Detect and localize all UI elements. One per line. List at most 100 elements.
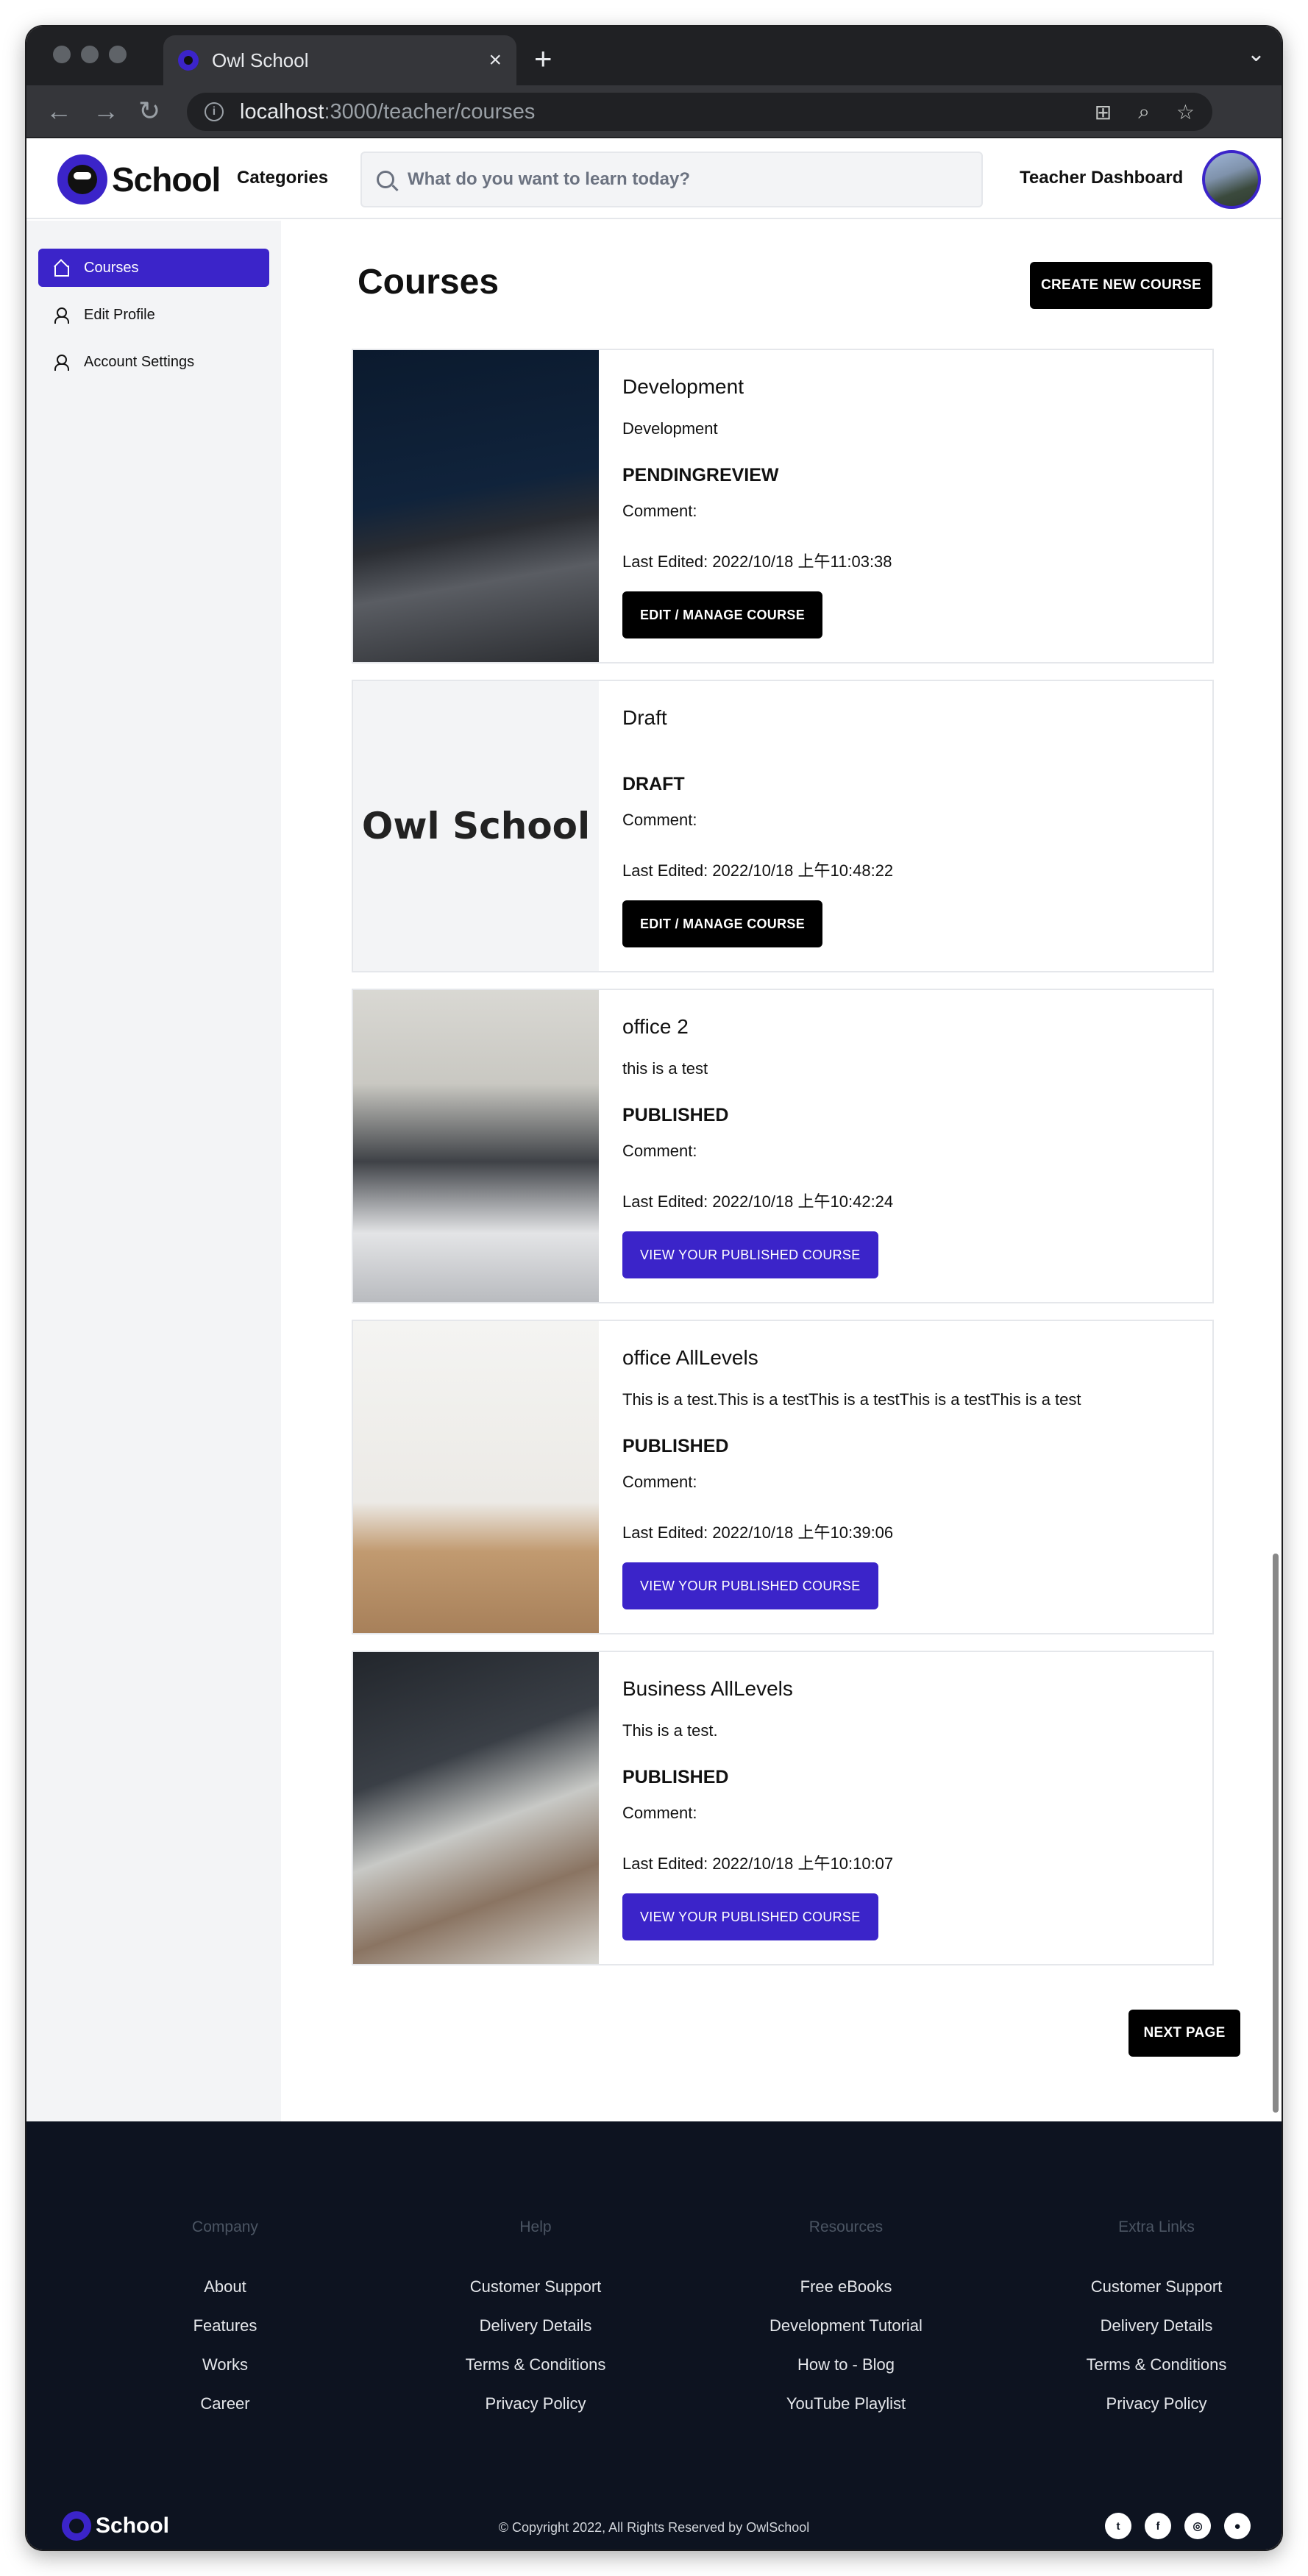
maximize-window-icon[interactable] [109, 46, 127, 63]
footer-link[interactable]: Career [93, 2394, 358, 2433]
course-last-edited: Last Edited: 2022/10/18 上午10:39:06 [622, 1523, 894, 1542]
edit-manage-course-button[interactable]: EDIT / MANAGE COURSE [622, 900, 823, 947]
footer-link[interactable]: Privacy Policy [1024, 2394, 1282, 2433]
page-title: Courses [358, 263, 500, 302]
footer-link[interactable]: Privacy Policy [403, 2394, 668, 2433]
browser-window: Owl School × + ⌄ ← → ↻ i localhost:3000/… [26, 26, 1282, 2550]
forward-icon[interactable]: → [93, 96, 119, 127]
course-last-edited: Last Edited: 2022/10/18 上午10:42:24 [622, 1192, 894, 1211]
footer-heading: Company [192, 2219, 258, 2235]
sidebar: Courses Edit Profile Account Settings [26, 221, 281, 2121]
course-card: Business AllLevels This is a test. PUBLI… [352, 1651, 1214, 1965]
close-window-icon[interactable] [53, 46, 71, 63]
course-title[interactable]: Draft [622, 706, 667, 730]
reload-icon[interactable]: ↻ [138, 96, 160, 127]
course-status: PUBLISHED [622, 1436, 729, 1456]
nav-teacher-dashboard-link[interactable]: Teacher Dashboard [1020, 168, 1183, 188]
instagram-icon[interactable]: ◎ [1184, 2513, 1211, 2539]
footer-column-company: Company About Features Works Career [93, 2219, 358, 2433]
course-description: This is a test.This is a testThis is a t… [622, 1390, 1081, 1409]
footer-link[interactable]: Terms & Conditions [403, 2355, 668, 2394]
course-card: Development Development PENDINGREVIEW Co… [352, 349, 1214, 663]
search-input[interactable] [408, 169, 967, 190]
course-title[interactable]: Business AllLevels [622, 1677, 793, 1701]
course-thumbnail[interactable] [353, 1321, 599, 1633]
site-logo[interactable]: School [57, 154, 221, 204]
copyright-text: © Copyright 2022, All Rights Reserved by… [498, 2520, 810, 2535]
course-description: this is a test [622, 1059, 708, 1078]
zoom-icon[interactable]: ⌕ [1138, 100, 1150, 124]
footer-column-help: Help Customer Support Delivery Details T… [403, 2219, 668, 2433]
sidebar-item-courses[interactable]: Courses [38, 249, 269, 287]
sidebar-item-edit-profile[interactable]: Edit Profile [38, 296, 269, 334]
site-info-icon[interactable]: i [205, 102, 224, 121]
view-published-course-button[interactable]: VIEW YOUR PUBLISHED COURSE [622, 1893, 878, 1940]
sidebar-item-label: Account Settings [84, 353, 195, 370]
course-thumbnail[interactable] [353, 1652, 599, 1964]
course-card: office 2 this is a test PUBLISHED Commen… [352, 989, 1214, 1303]
footer-link[interactable]: Customer Support [1024, 2277, 1282, 2316]
course-card: Owl School Draft DRAFT Comment: Last Edi… [352, 680, 1214, 972]
user-icon [53, 354, 69, 371]
sidebar-item-account-settings[interactable]: Account Settings [38, 343, 269, 381]
edit-manage-course-button[interactable]: EDIT / MANAGE COURSE [622, 591, 823, 638]
page-scrollbar[interactable] [1273, 1554, 1279, 2113]
translate-icon[interactable]: ⊞ [1095, 100, 1112, 124]
create-new-course-button[interactable]: CREATE NEW COURSE [1030, 262, 1212, 309]
footer-link[interactable]: How to - Blog [714, 2355, 978, 2394]
twitter-icon[interactable]: t [1105, 2513, 1131, 2539]
course-thumbnail[interactable] [353, 990, 599, 1302]
course-status: PUBLISHED [622, 1105, 729, 1125]
course-title[interactable]: office 2 [622, 1015, 689, 1039]
search-icon [377, 171, 394, 188]
user-icon [53, 307, 69, 324]
browser-tab[interactable]: Owl School × [163, 35, 516, 85]
course-comment: Comment: [622, 811, 697, 829]
site-footer: Company About Features Works Career Help… [26, 2121, 1282, 2550]
footer-link[interactable]: Delivery Details [403, 2316, 668, 2355]
footer-link[interactable]: Development Tutorial [714, 2316, 978, 2355]
footer-heading: Help [519, 2219, 552, 2235]
footer-link[interactable]: YouTube Playlist [714, 2394, 978, 2433]
course-status: DRAFT [622, 774, 685, 794]
address-bar[interactable]: i localhost:3000/teacher/courses ⊞ ⌕ ☆ [187, 93, 1212, 131]
github-icon[interactable]: ● [1224, 2513, 1251, 2539]
course-title[interactable]: office AllLevels [622, 1346, 758, 1370]
course-thumbnail-placeholder[interactable]: Owl School [353, 681, 599, 971]
course-status: PUBLISHED [622, 1767, 729, 1787]
home-icon [53, 260, 69, 277]
footer-link[interactable]: Customer Support [403, 2277, 668, 2316]
bookmark-star-icon[interactable]: ☆ [1176, 100, 1195, 124]
course-description: Development [622, 419, 718, 438]
owl-favicon-icon [178, 50, 199, 71]
next-page-button[interactable]: NEXT PAGE [1128, 2010, 1240, 2057]
footer-link[interactable]: Features [93, 2316, 358, 2355]
app-header: School Categories Teacher Dashboard [26, 140, 1282, 219]
logo-text: School [112, 160, 221, 199]
footer-link[interactable]: Works [93, 2355, 358, 2394]
new-tab-icon[interactable]: + [534, 41, 552, 77]
footer-link[interactable]: Free eBooks [714, 2277, 978, 2316]
back-icon[interactable]: ← [46, 96, 72, 127]
course-description: This is a test. [622, 1721, 718, 1740]
facebook-icon[interactable]: f [1145, 2513, 1171, 2539]
user-avatar[interactable] [1202, 150, 1261, 209]
minimize-window-icon[interactable] [81, 46, 99, 63]
footer-link[interactable]: Terms & Conditions [1024, 2355, 1282, 2394]
tab-close-icon[interactable]: × [488, 48, 502, 73]
course-title[interactable]: Development [622, 375, 744, 399]
course-comment: Comment: [622, 1142, 697, 1160]
view-published-course-button[interactable]: VIEW YOUR PUBLISHED COURSE [622, 1231, 878, 1278]
view-published-course-button[interactable]: VIEW YOUR PUBLISHED COURSE [622, 1562, 878, 1609]
tab-title: Owl School [212, 49, 309, 71]
footer-column-resources: Resources Free eBooks Development Tutori… [714, 2219, 978, 2433]
footer-heading: Resources [808, 2219, 884, 2235]
course-thumbnail[interactable] [353, 350, 599, 662]
course-last-edited: Last Edited: 2022/10/18 上午11:03:38 [622, 552, 892, 571]
nav-categories-link[interactable]: Categories [237, 168, 328, 188]
tab-search-chevron-icon[interactable]: ⌄ [1247, 41, 1265, 67]
footer-link[interactable]: About [93, 2277, 358, 2316]
footer-link[interactable]: Delivery Details [1024, 2316, 1282, 2355]
search-bar[interactable] [360, 152, 983, 207]
url-path: :3000/teacher/courses [324, 99, 536, 124]
